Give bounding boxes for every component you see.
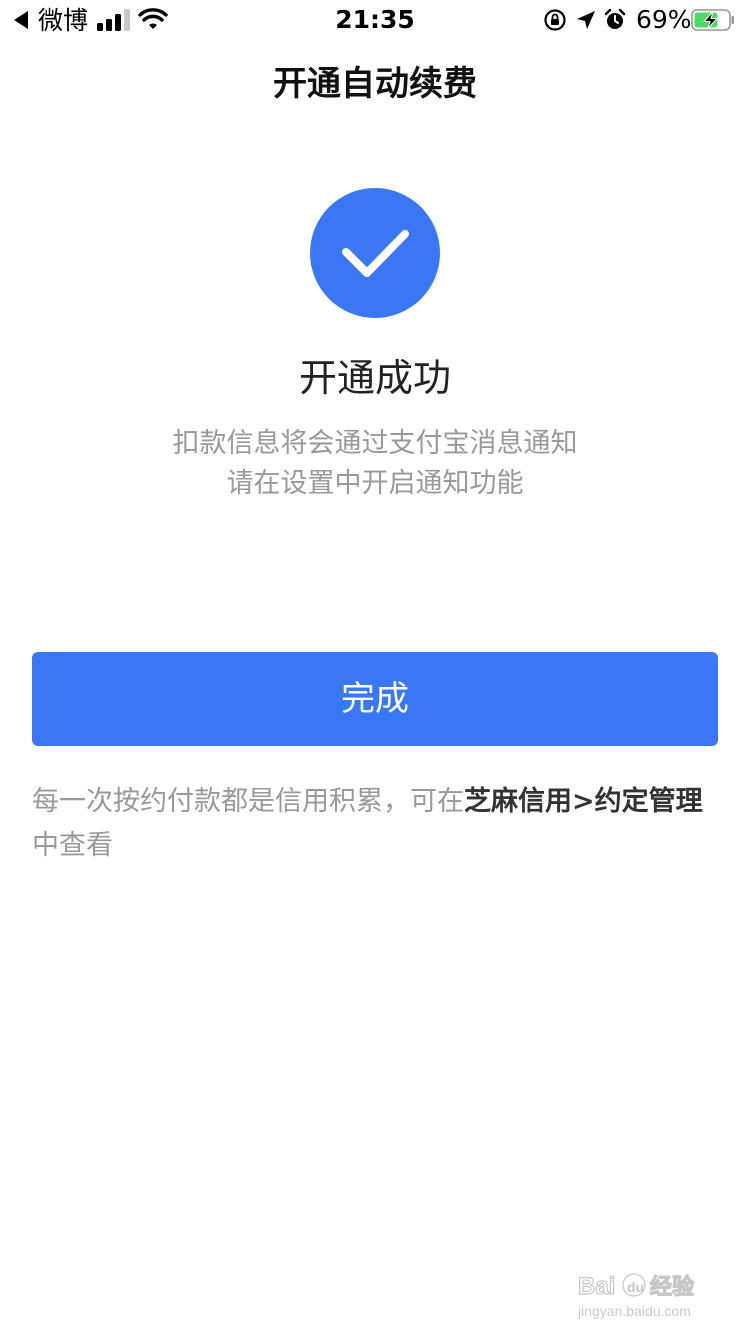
- page-title: 开通自动续费: [273, 64, 477, 104]
- success-title: 开通成功: [298, 356, 451, 400]
- alarm-icon: [604, 8, 626, 29]
- success-desc-line2: 请在设置中开启通知功能: [226, 468, 524, 499]
- checkmark-icon: [342, 230, 409, 277]
- done-button[interactable]: 完成: [32, 652, 718, 746]
- battery-charging-icon: [691, 9, 734, 31]
- svg-text:jingyan.baidu.com: jingyan.baidu.com: [577, 1303, 691, 1319]
- status-bar: 微博 21:35 69%: [0, 0, 750, 40]
- svg-text:du: du: [627, 1279, 644, 1295]
- credit-note-suffix: 中查看: [32, 830, 113, 861]
- svg-text:经验: 经验: [650, 1274, 694, 1300]
- zhima-credit-agreement-link[interactable]: 芝麻信用>约定管理: [464, 786, 703, 817]
- battery-percentage: 69%: [636, 5, 692, 34]
- credit-note: 每一次按约付款都是信用积累，可在芝麻信用>约定管理中查看: [32, 780, 712, 868]
- credit-note-prefix: 每一次按约付款都是信用积累，可在: [32, 786, 464, 817]
- svg-text:Bai: Bai: [578, 1273, 615, 1300]
- baidu-jingyan-watermark: Bai du 经验 jingyan.baidu.com: [577, 1272, 695, 1319]
- success-badge: [310, 188, 440, 318]
- location-icon: [577, 11, 595, 29]
- success-desc-line1: 扣款信息将会通过支付宝消息通知: [172, 428, 578, 459]
- orientation-lock-icon: [544, 9, 566, 31]
